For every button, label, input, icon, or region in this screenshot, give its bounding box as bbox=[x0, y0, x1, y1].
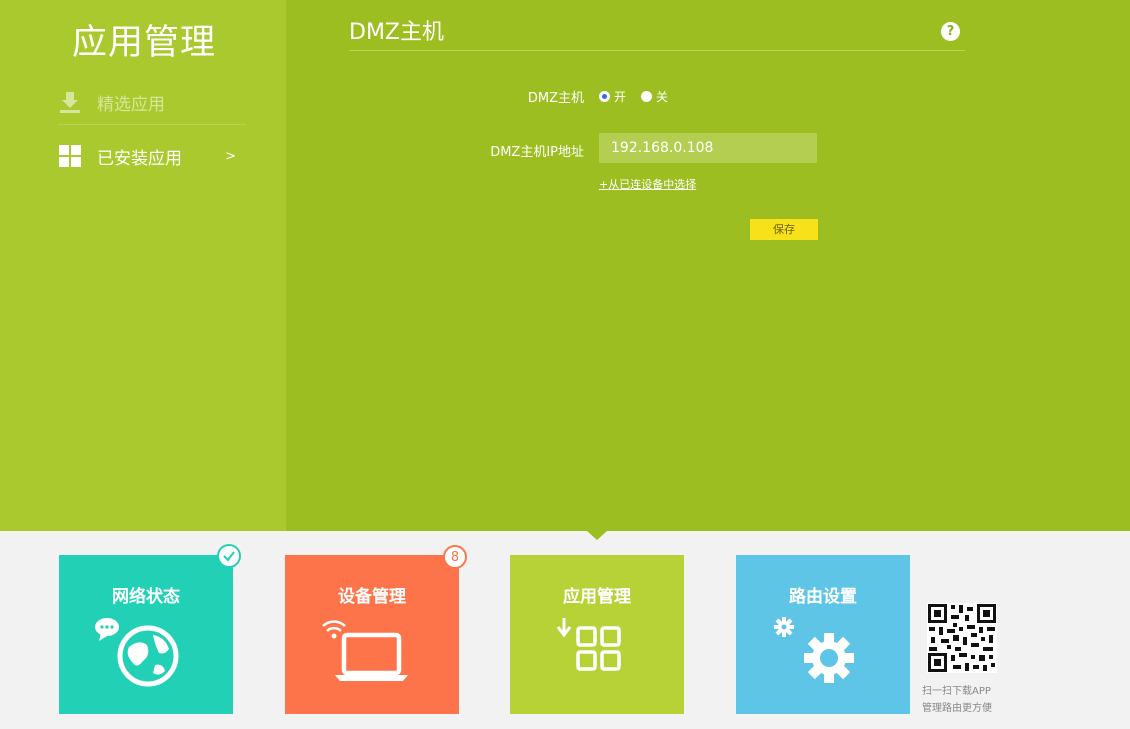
laptop-wifi-icon bbox=[322, 620, 408, 681]
ip-input[interactable]: 192.168.0.108 bbox=[599, 133, 817, 163]
qr-caption-line2: 管理路由更方便 bbox=[922, 703, 992, 714]
radio-off[interactable] bbox=[641, 91, 653, 102]
radio-on-label: 开 bbox=[614, 90, 627, 104]
sidebar-item-label: 已安装应用 bbox=[97, 148, 182, 169]
sidebar-item-installed-apps[interactable]: 已安装应用 > bbox=[58, 134, 246, 178]
tile-router-settings[interactable]: 路由设置 bbox=[736, 555, 910, 714]
grid-icon bbox=[58, 144, 82, 168]
help-icon[interactable]: ? bbox=[941, 22, 960, 41]
radio-on[interactable] bbox=[599, 91, 610, 102]
gears-icon bbox=[774, 617, 854, 683]
check-badge-icon bbox=[217, 544, 241, 568]
select-connected-device-link[interactable]: +从已连设备中选择 bbox=[599, 176, 696, 192]
sidebar-item-label: 精选应用 bbox=[97, 94, 165, 115]
chevron-right-icon: > bbox=[225, 148, 236, 164]
ip-label: DMZ主机IP地址 bbox=[490, 145, 584, 160]
sidebar: 应用管理 精选应用 已安装应用 > bbox=[0, 0, 286, 531]
dmz-label: DMZ主机 bbox=[527, 91, 584, 106]
globe-chat-icon bbox=[95, 618, 179, 687]
download-icon bbox=[58, 90, 82, 114]
qr-code-icon bbox=[927, 603, 997, 673]
page-title: DMZ主机 bbox=[349, 20, 444, 45]
device-count-badge: 8 bbox=[443, 545, 467, 569]
tile-network-status[interactable]: 网络状态 bbox=[59, 555, 233, 714]
title-divider bbox=[349, 50, 965, 51]
save-button[interactable]: 保存 bbox=[750, 219, 818, 240]
qr-caption: 扫一扫下载APP 管理路由更方便 bbox=[922, 683, 992, 717]
apps-grid-icon bbox=[556, 618, 621, 671]
sidebar-title: 应用管理 bbox=[72, 23, 217, 63]
dmz-toggle: 开 关 bbox=[599, 88, 668, 105]
radio-off-label: 关 bbox=[656, 90, 669, 104]
qr-caption-line1: 扫一扫下载APP bbox=[922, 686, 991, 697]
active-tab-pointer bbox=[587, 531, 607, 540]
sidebar-item-featured-apps[interactable]: 精选应用 bbox=[58, 80, 246, 125]
tile-app-management[interactable]: 应用管理 bbox=[510, 555, 684, 714]
tile-device-management[interactable]: 设备管理 bbox=[285, 555, 459, 714]
